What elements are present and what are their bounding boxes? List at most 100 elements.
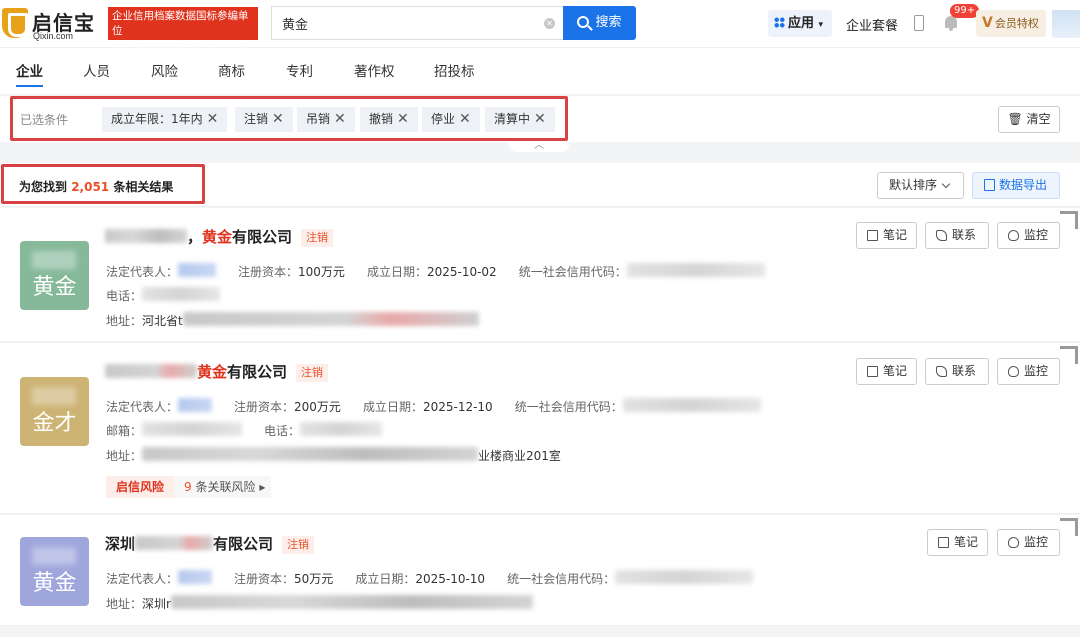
search-input[interactable] xyxy=(272,7,522,39)
date-label: 成立日期： xyxy=(366,265,427,279)
capital-value: 200万元 xyxy=(294,400,341,414)
company-contact-row: 电话： xyxy=(106,287,221,304)
phone-label: 电话： xyxy=(264,424,301,438)
company-name[interactable]: ，黄金有限公司 注销 xyxy=(105,226,334,247)
phone-value xyxy=(142,287,221,301)
address-label: 地址： xyxy=(106,597,143,611)
risk-count[interactable]: 9 条关联风险 ▸ xyxy=(174,476,272,498)
contact-button[interactable]: 联系 xyxy=(925,358,989,385)
company-name-prefix: ， xyxy=(187,228,203,246)
qr-code-icon[interactable] xyxy=(1060,346,1078,364)
note-label: 笔记 xyxy=(954,535,979,549)
monitor-label: 监控 xyxy=(1024,228,1049,242)
status-badge: 注销 xyxy=(282,536,315,554)
shield-logo-icon xyxy=(2,8,28,38)
phone-icon xyxy=(936,366,947,377)
company-name-prefix: 深圳 xyxy=(105,535,136,553)
risk-tag: 启信风险 xyxy=(106,476,175,498)
company-card[interactable]: 金才 黄金有限公司 注销 法定代表人： 注册资本：200万元 成立日期：2025-12… xyxy=(0,343,1080,514)
monitor-button[interactable]: 监控 xyxy=(997,529,1060,556)
contact-label: 联系 xyxy=(952,364,977,378)
vip-icon: V xyxy=(982,15,993,31)
tab-enterprise[interactable]: 企业 xyxy=(16,60,43,87)
legal-rep-value[interactable] xyxy=(178,263,217,277)
legal-rep-value[interactable] xyxy=(178,398,213,412)
note-button[interactable]: 笔记 xyxy=(927,529,988,556)
user-avatar[interactable] xyxy=(1052,10,1080,38)
company-logo: 黄金 xyxy=(20,241,89,310)
company-card[interactable]: 黄金 ，黄金有限公司 注销 法定代表人： 注册资本：100万元 成立日期：2025-1… xyxy=(0,208,1080,342)
search-icon xyxy=(577,16,590,28)
tab-risk[interactable]: 风险 xyxy=(151,60,178,80)
company-name-suffix: 有限公司 xyxy=(232,228,293,246)
company-card[interactable]: 黄金 深圳 有限公司 注销 法定代表人： 注册资本：50万元 成立日期：2025-10-… xyxy=(0,515,1080,626)
company-address-row: 地址：深圳r xyxy=(106,595,533,612)
phone-icon xyxy=(936,230,947,241)
vip-label: 会员特权 xyxy=(994,17,1039,30)
sort-label: 默认排序 xyxy=(889,178,938,192)
legal-rep-label: 法定代表人： xyxy=(106,572,179,586)
trash-icon: 🗑 xyxy=(1007,112,1023,126)
risk-count-number: 9 xyxy=(184,480,192,494)
capital-label: 注册资本： xyxy=(234,572,295,586)
company-info-row: 法定代表人： 注册资本：200万元 成立日期：2025-12-10 统一社会信用代码： xyxy=(106,398,761,415)
company-name-highlight: 黄金 xyxy=(197,363,228,381)
credit-code-value xyxy=(615,570,754,584)
contact-button[interactable]: 联系 xyxy=(925,222,989,249)
export-label: 数据导出 xyxy=(999,178,1048,192)
tab-trademark[interactable]: 商标 xyxy=(218,60,245,80)
date-value: 2025-12-10 xyxy=(422,400,493,414)
vip-privileges-button[interactable]: V 会员特权 xyxy=(976,10,1046,37)
status-badge: 注销 xyxy=(296,364,329,382)
clear-filters-label: 清空 xyxy=(1026,112,1051,126)
tab-copyright[interactable]: 著作权 xyxy=(354,60,395,80)
company-name-highlight: 黄金 xyxy=(202,228,233,246)
date-label: 成立日期： xyxy=(362,400,423,414)
monitor-icon xyxy=(1008,537,1019,548)
note-button[interactable]: 笔记 xyxy=(856,222,917,249)
clear-filters-button[interactable]: 🗑 清空 xyxy=(998,106,1060,133)
tab-patent[interactable]: 专利 xyxy=(286,60,313,80)
promo-line-1: 企业信用档案数据国标参编单位 xyxy=(112,10,249,37)
related-risk-bar[interactable]: 启信风险 9 条关联风险 ▸ xyxy=(106,476,272,498)
annotation-box-filters xyxy=(10,96,568,141)
capital-label: 注册资本： xyxy=(238,265,299,279)
collapse-filters-toggle[interactable]: ︿ xyxy=(509,141,569,152)
qr-code-icon[interactable] xyxy=(1060,211,1078,229)
monitor-button[interactable]: 监控 xyxy=(997,358,1060,385)
redacted-text xyxy=(105,229,187,243)
caret-down-icon: ▾ xyxy=(818,20,824,30)
edit-note-icon xyxy=(938,537,949,548)
redacted-address xyxy=(170,595,533,609)
address-value: 深圳r xyxy=(142,597,171,611)
search-button[interactable]: 搜索 xyxy=(563,6,636,40)
company-name-suffix: 有限公司 xyxy=(227,363,288,381)
date-value: 2025-10-10 xyxy=(415,572,486,586)
promo-banner[interactable]: 企业信用档案数据国标参编单位 大数据技术标准推进委员会成员 xyxy=(108,7,258,67)
tab-bidding[interactable]: 招投标 xyxy=(434,60,475,80)
legal-rep-value[interactable] xyxy=(178,570,213,584)
email-value xyxy=(142,422,243,436)
apps-menu-button[interactable]: 应用 ▾ xyxy=(768,10,832,37)
credit-code-label: 统一社会信用代码： xyxy=(518,265,627,279)
tab-people[interactable]: 人员 xyxy=(83,60,110,80)
company-name[interactable]: 深圳 有限公司 注销 xyxy=(105,533,315,554)
company-address-row: 地址： 业楼商业201室 xyxy=(106,447,561,464)
clear-search-icon[interactable]: ✕ xyxy=(544,18,555,29)
edit-note-icon xyxy=(867,230,878,241)
note-button[interactable]: 笔记 xyxy=(856,358,917,385)
company-info-row: 法定代表人： 注册资本：100万元 成立日期：2025-10-02 统一社会信用代码： xyxy=(106,263,765,280)
company-name[interactable]: 黄金有限公司 注销 xyxy=(105,361,329,382)
email-label: 邮箱： xyxy=(106,424,143,438)
monitor-button[interactable]: 监控 xyxy=(997,222,1060,249)
qr-code-icon[interactable] xyxy=(1060,518,1078,536)
enterprise-plans-link[interactable]: 企业套餐 xyxy=(846,15,898,34)
export-data-button[interactable]: 数据导出 xyxy=(972,172,1060,199)
sort-dropdown[interactable]: 默认排序 xyxy=(877,172,964,199)
capital-value: 50万元 xyxy=(294,572,334,586)
qixin-logo[interactable]: 启信宝 Qixin.com xyxy=(0,4,100,42)
status-badge: 注销 xyxy=(301,229,334,247)
mobile-app-icon[interactable] xyxy=(914,15,924,31)
phone-label: 电话： xyxy=(106,289,143,303)
chevron-down-icon xyxy=(941,179,951,189)
